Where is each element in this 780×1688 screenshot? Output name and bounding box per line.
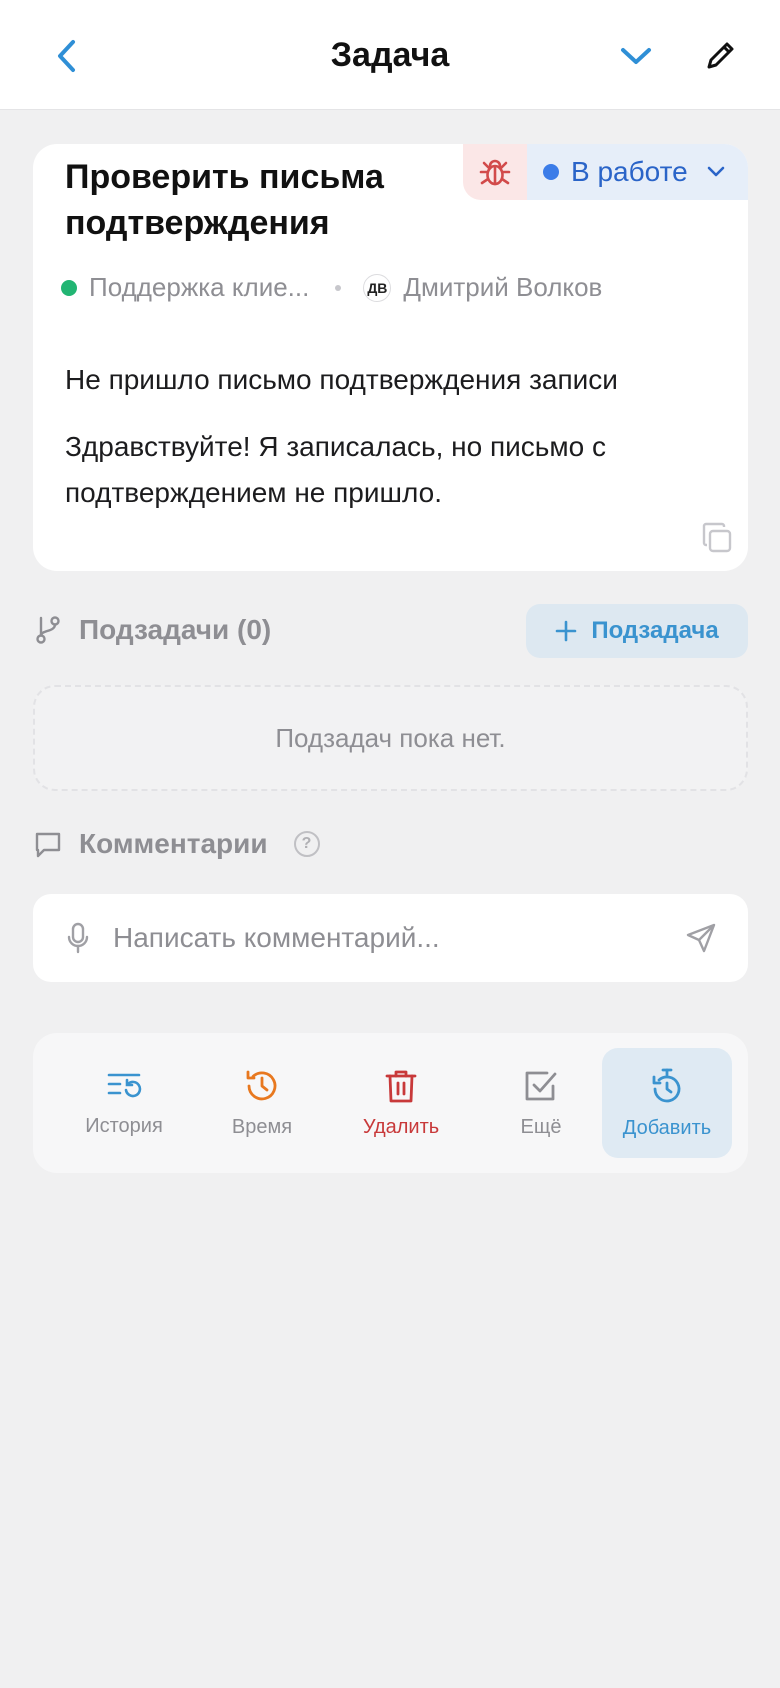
comment-composer (33, 894, 748, 982)
add-subtask-button[interactable]: Подзадача (526, 604, 748, 658)
send-icon (686, 923, 716, 953)
status-label: В работе (571, 156, 688, 187)
subtasks-empty-text: Подзадач пока нет. (275, 722, 506, 753)
microphone-button[interactable] (63, 921, 93, 955)
time-button[interactable]: Время (197, 1048, 327, 1158)
page-title: Задача (330, 36, 450, 74)
status-dropdown[interactable]: В работе (527, 144, 748, 200)
delete-label: Удалить (362, 1115, 440, 1138)
add-time-label: Добавить (622, 1116, 712, 1139)
avatar: ДВ (363, 273, 392, 302)
copy-icon (702, 522, 732, 553)
next-task-button[interactable] (614, 34, 658, 78)
add-time-button[interactable]: Добавить (602, 1048, 732, 1158)
top-app-bar: Задача (0, 0, 780, 110)
trash-icon (385, 1070, 417, 1102)
project-dot (61, 279, 77, 296)
checkbox-icon (525, 1071, 557, 1100)
history-button[interactable]: История (59, 1048, 189, 1158)
branch-icon (33, 615, 63, 645)
history-list-icon (107, 1073, 142, 1097)
time-label: Время (231, 1115, 293, 1138)
task-type-badge[interactable] (463, 144, 527, 200)
more-label: Ещё (520, 1115, 562, 1138)
task-action-bar: История Время Удалить Ещё Добавить (33, 1033, 748, 1173)
comment-input[interactable] (113, 922, 684, 954)
subtasks-empty-state: Подзадач пока нет. (33, 685, 748, 791)
stopwatch-icon (652, 1068, 681, 1102)
clock-history-icon (246, 1070, 277, 1100)
edit-button[interactable] (698, 34, 742, 78)
microphone-icon (67, 922, 89, 954)
chevron-down-icon (707, 166, 724, 177)
bug-icon (479, 159, 511, 186)
task-card: Проверить письма подтверждения В работе … (33, 144, 748, 571)
send-button[interactable] (684, 922, 718, 954)
delete-button[interactable]: Удалить (336, 1048, 466, 1158)
chevron-down-icon (621, 48, 651, 64)
assignee-name[interactable]: Дмитрий Волков (403, 272, 602, 303)
subtasks-heading: Подзадачи (0) (33, 614, 271, 646)
comment-icon (33, 829, 63, 859)
comments-heading-label: Комментарии (79, 828, 268, 859)
task-subject: Не пришло письмо подтверждения записи (65, 364, 618, 395)
task-description: Здравствуйте! Я записалась, но письмо с … (65, 431, 606, 508)
plus-icon (556, 620, 577, 642)
task-meta: Поддержка клие... ДВ Дмитрий Волков (61, 272, 602, 303)
add-subtask-label: Подзадача (591, 617, 719, 644)
pencil-icon (707, 42, 734, 69)
history-label: История (85, 1114, 163, 1137)
task-badges: В работе (463, 144, 748, 200)
project-name[interactable]: Поддержка клие... (89, 272, 309, 303)
meta-separator (335, 284, 342, 291)
subtasks-heading-label: Подзадачи (0) (79, 614, 272, 645)
comments-heading: Комментарии ? (33, 828, 320, 860)
more-button[interactable]: Ещё (476, 1048, 606, 1158)
help-icon[interactable]: ? (293, 831, 320, 857)
copy-button[interactable] (700, 521, 734, 555)
task-title: Проверить письма подтверждения (65, 158, 384, 242)
status-dot (543, 164, 559, 180)
